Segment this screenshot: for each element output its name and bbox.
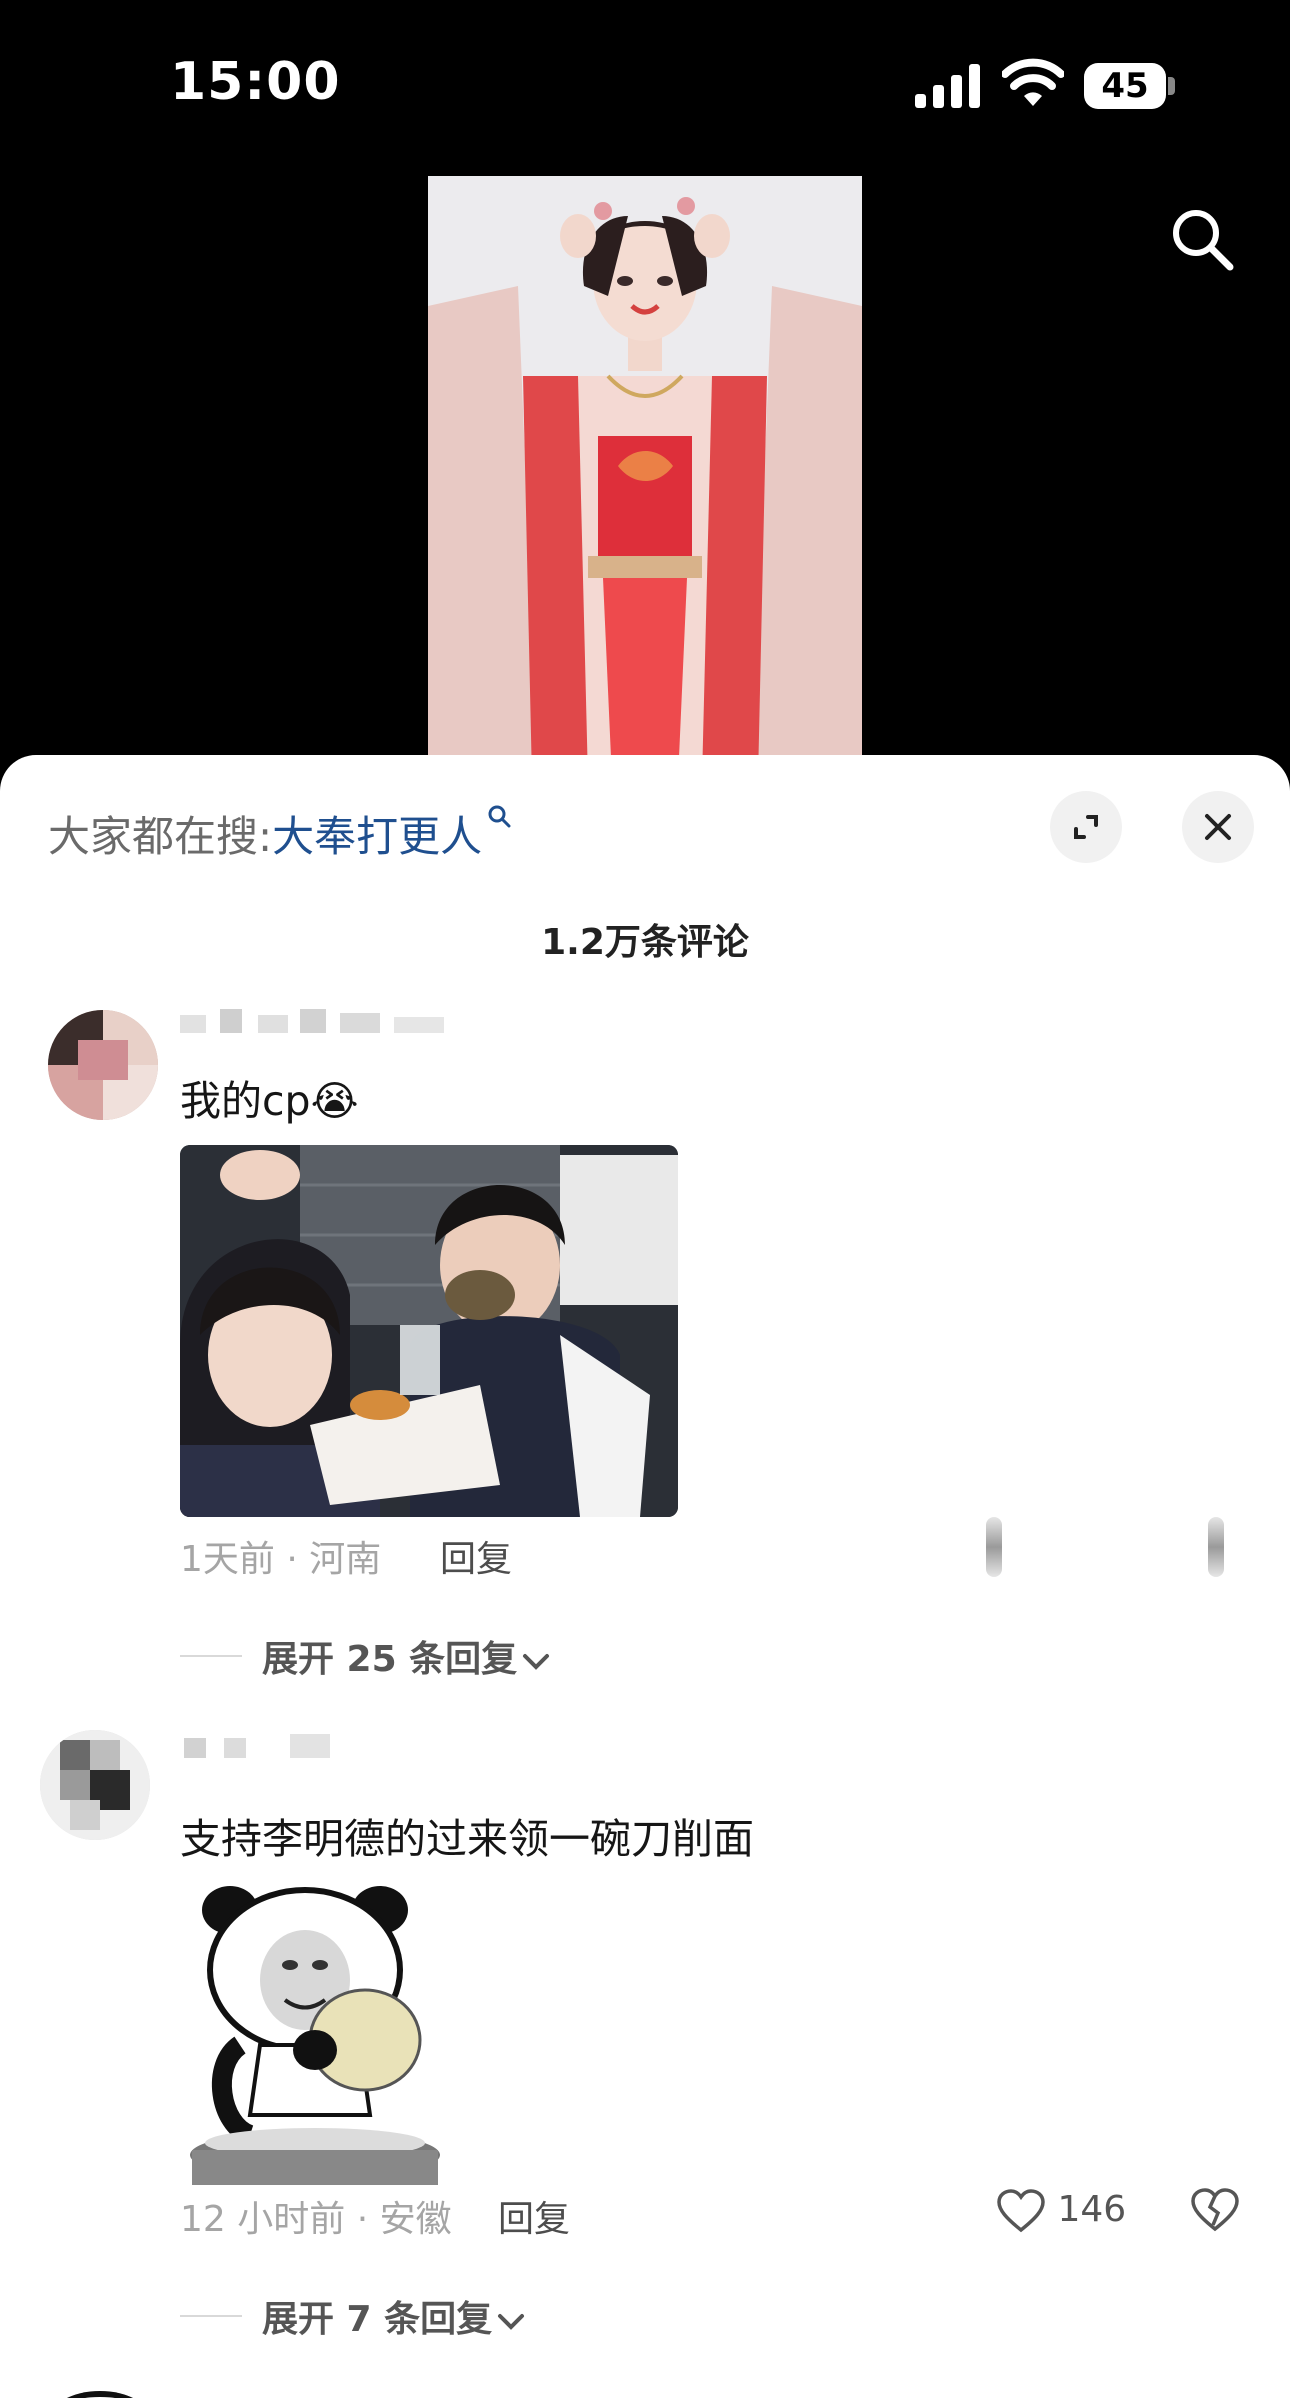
heart-icon bbox=[997, 2189, 1045, 2233]
crying-emoji: 😭 bbox=[310, 1077, 359, 1125]
expand-replies-label: 展开 25 条回复 bbox=[262, 1639, 518, 1680]
chevron-down-icon bbox=[523, 1654, 550, 1670]
trending-search-prefix: 大家都在搜: bbox=[48, 812, 273, 861]
expand-button[interactable] bbox=[1050, 791, 1122, 863]
expand-replies-label: 展开 7 条回复 bbox=[262, 2299, 493, 2340]
dislike-icon[interactable] bbox=[1208, 1517, 1224, 1577]
expand-replies-button[interactable]: 展开 25 条回复 bbox=[262, 1630, 551, 1682]
expand-replies-button[interactable]: 展开 7 条回复 bbox=[262, 2290, 526, 2342]
divider bbox=[180, 2315, 242, 2317]
search-icon[interactable] bbox=[1168, 205, 1238, 275]
close-button[interactable] bbox=[1182, 791, 1254, 863]
status-bar: 15:00 45 bbox=[0, 0, 1290, 170]
reply-button[interactable]: 回复 bbox=[498, 2190, 570, 2242]
comment-text-content: 我的cp bbox=[180, 1077, 311, 1125]
next-avatar-edge bbox=[50, 2391, 150, 2398]
close-icon bbox=[1205, 814, 1231, 840]
video-thumbnail[interactable] bbox=[428, 176, 862, 780]
status-time: 15:00 bbox=[170, 52, 341, 112]
battery-icon: 45 bbox=[1084, 63, 1176, 109]
trending-search[interactable]: 大家都在搜:大奉打更人 bbox=[48, 803, 512, 864]
reply-button[interactable]: 回复 bbox=[440, 1530, 512, 1582]
username[interactable] bbox=[180, 1730, 340, 1760]
chevron-down-icon bbox=[498, 2314, 525, 2330]
comment-text: 我的cp😭 bbox=[180, 1067, 359, 1127]
divider bbox=[180, 1655, 242, 1657]
comment-time-location: 12 小时前 · 安徽 bbox=[180, 2199, 452, 2240]
comment-sheet: 大家都在搜:大奉打更人 1.2万条评论 我的cp😭 1天前 · 河南 回复 展开… bbox=[0, 755, 1290, 2398]
username[interactable] bbox=[180, 1005, 460, 1035]
trending-search-keyword[interactable]: 大奉打更人 bbox=[272, 812, 482, 861]
battery-level: 45 bbox=[1101, 66, 1149, 106]
comment-count: 1.2万条评论 bbox=[541, 922, 749, 963]
video-area[interactable]: 15:00 45 bbox=[0, 0, 1290, 780]
like-button[interactable]: 146 bbox=[996, 2188, 1126, 2234]
broken-heart-icon[interactable] bbox=[1190, 2187, 1240, 2233]
like-count: 146 bbox=[1057, 2189, 1127, 2230]
expand-icon bbox=[1074, 815, 1098, 839]
comment-time-location: 1天前 · 河南 bbox=[180, 1539, 382, 1580]
cellular-signal-icon bbox=[915, 64, 980, 108]
panda-meme-sticker[interactable] bbox=[180, 1885, 450, 2185]
small-search-icon bbox=[488, 805, 511, 828]
comment-image[interactable] bbox=[180, 1145, 678, 1517]
wifi-icon bbox=[1002, 58, 1064, 106]
comment-text: 支持李明德的过来领一碗刀削面 bbox=[180, 1815, 754, 1863]
avatar[interactable] bbox=[48, 1010, 158, 1120]
avatar[interactable] bbox=[40, 1730, 150, 1840]
like-icon[interactable] bbox=[986, 1517, 1002, 1577]
